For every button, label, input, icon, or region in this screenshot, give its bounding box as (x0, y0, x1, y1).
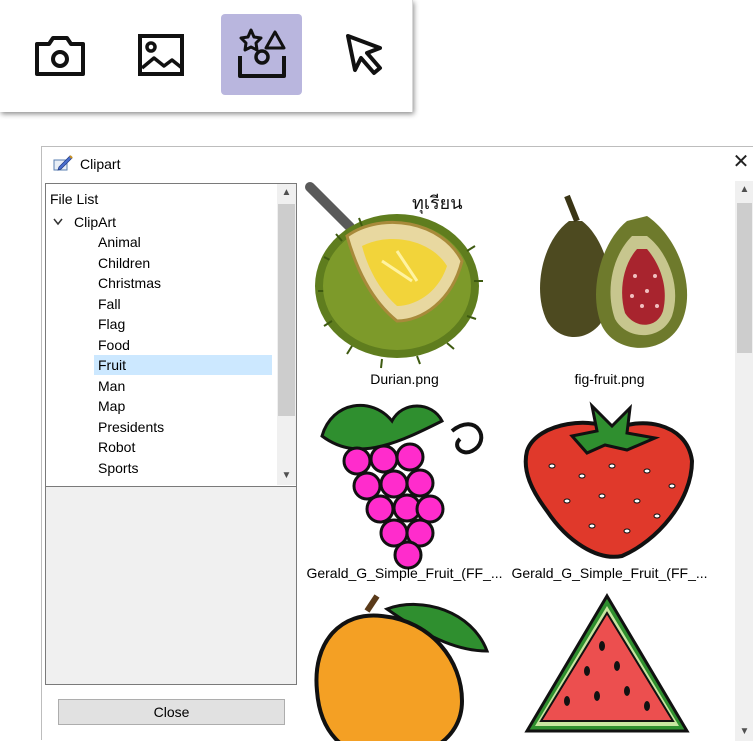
file-label: Durian.png (370, 371, 439, 387)
grapes-image (320, 404, 484, 570)
tree-header: File List (50, 191, 99, 207)
tree-item-map[interactable]: Map (94, 396, 272, 416)
clipart-item-fig[interactable]: fig-fruit.png (507, 181, 712, 391)
scroll-up-arrow[interactable]: ▲ (277, 184, 296, 202)
grid-scroll-thumb[interactable] (737, 203, 752, 353)
close-button[interactable]: Close (58, 699, 285, 725)
grid-scrollbar[interactable]: ▲ ▼ (735, 181, 753, 741)
peach-image (314, 594, 490, 741)
left-panel: File List ClipArt Animal Children Christ… (45, 183, 297, 725)
clipart-dialog: Clipart ✕ File List ClipArt Animal Child… (41, 146, 753, 741)
tree-item-children[interactable]: Children (94, 253, 272, 273)
close-icon[interactable]: ✕ (731, 150, 751, 174)
tree-item-sports[interactable]: Sports (94, 458, 272, 478)
clipart-item-durian[interactable]: ทุเรียน Durian.png (302, 181, 507, 391)
clipart-grid: ทุเรียน Durian.png fig-fruit.png Gerald_… (302, 181, 732, 741)
scroll-down-arrow[interactable]: ▼ (277, 467, 296, 485)
tree-item-christmas[interactable]: Christmas (94, 273, 272, 293)
tree-item-man[interactable]: Man (94, 376, 272, 396)
tree-item-animal[interactable]: Animal (94, 232, 272, 252)
file-label: Gerald_G_Simple_Fruit_(FF_... (511, 565, 708, 581)
camera-icon (34, 35, 85, 76)
tree-item-presidents[interactable]: Presidents (94, 417, 272, 437)
title-bar: Clipart ✕ (42, 147, 753, 181)
scroll-up-arrow[interactable]: ▲ (735, 181, 753, 199)
pointer-button[interactable] (322, 14, 403, 95)
tree-item-fruit[interactable]: Fruit (94, 355, 272, 375)
clipart-item-grapes[interactable]: Gerald_G_Simple_Fruit_(FF_... (302, 391, 507, 591)
scroll-down-arrow[interactable]: ▼ (735, 723, 753, 741)
clipart-item-watermelon[interactable] (507, 591, 712, 741)
dialog-title: Clipart (80, 156, 121, 172)
file-label: fig-fruit.png (574, 371, 645, 387)
camera-button[interactable] (19, 14, 100, 95)
tree-root[interactable]: ClipArt (52, 214, 116, 230)
durian-caption: ทุเรียน (412, 193, 463, 214)
tree-scrollbar[interactable]: ▲ ▼ (277, 184, 296, 485)
clipart-button[interactable] (221, 14, 302, 95)
tree-item-food[interactable]: Food (94, 335, 272, 355)
clipart-item-peach[interactable] (302, 591, 507, 741)
tree-item-robot[interactable]: Robot (94, 437, 272, 457)
clipart-app-icon (53, 155, 73, 171)
fig-image (540, 194, 688, 348)
tree-scroll-thumb[interactable] (278, 204, 295, 416)
durian-image: ทุเรียน (305, 182, 483, 369)
tree-item-flag[interactable]: Flag (94, 314, 272, 334)
clipart-item-strawberry[interactable]: Gerald_G_Simple_Fruit_(FF_... (507, 391, 712, 591)
clipart-icon (237, 28, 286, 78)
strawberry-image (523, 401, 695, 559)
watermelon-image (524, 593, 690, 733)
tree-item-fall[interactable]: Fall (94, 294, 272, 314)
image-icon (137, 33, 184, 76)
image-button[interactable] (120, 14, 201, 95)
file-tree: File List ClipArt Animal Children Christ… (46, 184, 296, 487)
chevron-down-icon[interactable] (52, 217, 64, 227)
tree-root-label: ClipArt (74, 214, 117, 230)
top-toolbar (0, 0, 413, 112)
file-label: Gerald_G_Simple_Fruit_(FF_... (306, 565, 503, 581)
pointer-icon (345, 33, 382, 75)
